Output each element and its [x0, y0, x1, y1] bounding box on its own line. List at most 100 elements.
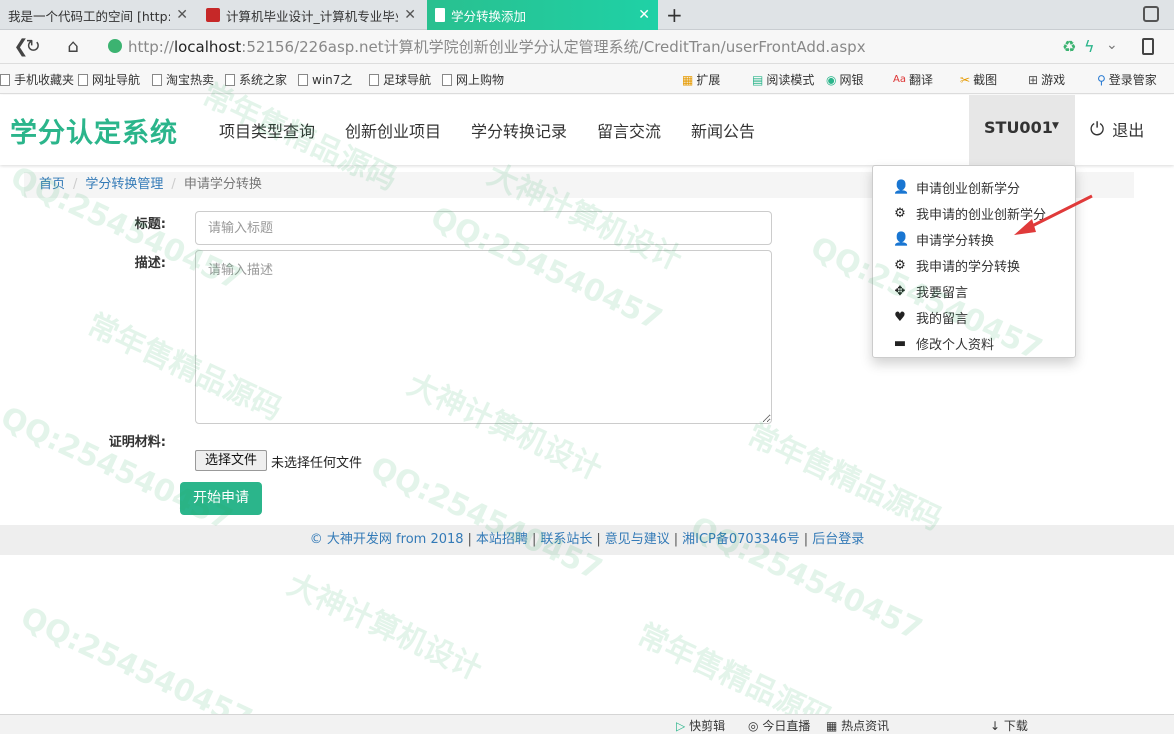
bookmark-taobao[interactable]: 淘宝热卖 [152, 71, 214, 88]
shirt-icon[interactable] [1143, 6, 1159, 22]
download-icon: ↓ [990, 719, 1001, 733]
choose-file-button[interactable]: 选择文件 [195, 450, 267, 471]
bookmark-system[interactable]: 系统之家 [225, 71, 287, 88]
toolbar-label: 扩展 [696, 73, 721, 87]
submit-button[interactable]: 开始申请 [180, 482, 262, 515]
menu-item-label: 申请学分转换 [916, 233, 995, 249]
toolbar-bank[interactable]: ◉ 网银 [826, 71, 864, 88]
toolbar-games[interactable]: ⊞ 游戏 [1028, 71, 1065, 88]
nav-news[interactable]: 新闻公告 [691, 118, 755, 142]
menu-item-my-credit-transfer[interactable]: ⚙ 我申请的学分转换 [873, 252, 1075, 278]
status-download[interactable]: ↓ 下载 [990, 717, 1028, 734]
user-icon: 👤 [893, 231, 910, 247]
watermark-text: QQ:254540457 [365, 450, 608, 588]
browser-tab-2[interactable]: 计算机毕业设计_计算机专业毕业 ✕ [198, 0, 424, 30]
status-clip[interactable]: ▷ 快剪辑 [676, 717, 725, 734]
footer-copyright[interactable]: © 大神开发网 from 2018 [310, 532, 464, 547]
page-icon [435, 8, 445, 22]
toolbar-translate[interactable]: Aa 翻译 [893, 71, 933, 88]
bookmarks-bar: 手机收藏夹 网址导航 淘宝热卖 系统之家 win7之 足球导航 网上购物 ▦ 扩展… [0, 64, 1174, 94]
bookmark-win7[interactable]: win7之 [298, 71, 352, 88]
nav-innovation-projects[interactable]: 创新创业项目 [345, 118, 441, 142]
footer-link-admin[interactable]: 后台登录 [812, 532, 864, 547]
close-icon[interactable]: ✕ [176, 7, 188, 23]
status-news[interactable]: ▦ 热点资讯 [826, 717, 889, 734]
play-icon: ◎ [748, 719, 759, 733]
status-label: 今日直播 [762, 719, 811, 733]
url-field[interactable]: http://localhost:52156/226asp.net计算机学院创新… [128, 35, 1048, 59]
caret-down-icon: ▼ [1052, 121, 1059, 131]
description-input[interactable] [195, 250, 772, 424]
power-icon: ⏻ [1090, 118, 1105, 140]
phone-icon[interactable] [1142, 38, 1154, 55]
breadcrumb-section[interactable]: 学分转换管理 [85, 177, 163, 192]
logout-label: 退出 [1112, 121, 1145, 140]
bookmark-football[interactable]: 足球导航 [369, 71, 431, 88]
footer-separator: | [803, 532, 809, 547]
bookmark-label: 淘宝热卖 [166, 73, 215, 87]
status-label: 快剪辑 [689, 719, 726, 733]
title-label: 标题: [134, 217, 166, 232]
site-favicon-icon [206, 8, 220, 22]
gamepad-icon: ⊞ [1028, 72, 1039, 87]
browser-status-bar: ▷ 快剪辑 ◎ 今日直播 ▦ 热点资讯 ↓ 下载 [0, 714, 1174, 734]
toolbar-label: 截图 [973, 73, 998, 87]
annotation-arrow-icon [1014, 194, 1093, 235]
close-icon[interactable]: ✕ [638, 7, 650, 23]
new-tab-button[interactable]: + [666, 3, 683, 27]
bookmark-mobile[interactable]: 手机收藏夹 [0, 71, 74, 88]
bookmark-label: win7之 [312, 73, 353, 87]
menu-item-leave-message[interactable]: ✥ 我要留言 [873, 278, 1075, 304]
nav-credit-records[interactable]: 学分转换记录 [471, 118, 567, 142]
page-icon [298, 73, 308, 86]
toolbar-screenshot[interactable]: ✂ 截图 [960, 71, 997, 88]
gear-icon: ⚙ [894, 257, 906, 273]
menu-item-edit-profile[interactable]: ▬ 修改个人资料 [873, 330, 1075, 356]
card-icon: ▬ [893, 335, 907, 351]
breadcrumb-current: 申请学分转换 [183, 177, 262, 192]
title-input[interactable] [195, 211, 772, 245]
tab-title: 学分转换添加 [451, 8, 527, 24]
footer-link-feedback[interactable]: 意见与建议 [605, 532, 670, 547]
play-icon: ▷ [676, 719, 686, 733]
folder-icon [0, 73, 10, 86]
bookmark-nav[interactable]: 网址导航 [78, 71, 140, 88]
menu-item-my-messages[interactable]: ♥ 我的留言 [873, 304, 1075, 330]
user-menu-toggle[interactable]: STU001 ▼ [969, 95, 1075, 165]
speed-icon[interactable]: ♻ [1062, 37, 1076, 56]
home-icon[interactable]: ⌂ [62, 36, 84, 58]
refresh-icon[interactable]: ↻ [22, 36, 44, 58]
nav-project-types[interactable]: 项目类型查询 [219, 118, 315, 142]
toolbar-login-manager[interactable]: ⚲ 登录管家 [1097, 71, 1157, 88]
scissors-icon: ✂ [960, 72, 971, 87]
tab-title: 我是一个代码工的空间 [http://2 [8, 8, 171, 24]
page-icon [442, 73, 452, 86]
status-live[interactable]: ◎ 今日直播 [748, 717, 810, 734]
brand-logo[interactable]: 学分认定系统 [10, 111, 178, 150]
search-icon: ⚲ [1097, 72, 1106, 87]
coin-icon: ◉ [826, 72, 837, 87]
secure-icon [108, 39, 122, 53]
page-icon [369, 73, 379, 86]
page-icon [225, 73, 235, 86]
toolbar-reading-mode[interactable]: ▤ 阅读模式 [752, 71, 814, 88]
user-icon: 👤 [893, 179, 910, 195]
chevron-down-icon[interactable]: ⌄ [1106, 37, 1118, 53]
page-icon [152, 73, 162, 86]
footer-link-jobs[interactable]: 本站招聘 [476, 532, 528, 547]
toolbar-extensions[interactable]: ▦ 扩展 [682, 71, 720, 88]
footer-link-icp[interactable]: 湘ICP备0703346号 [682, 532, 800, 547]
news-icon: ▦ [826, 719, 838, 733]
nav-messages[interactable]: 留言交流 [597, 118, 661, 142]
bolt-icon[interactable]: ϟ [1084, 37, 1095, 56]
watermark-text: 常年售精品源码 [741, 417, 947, 538]
breadcrumb-home[interactable]: 首页 [39, 177, 65, 192]
close-icon[interactable]: ✕ [404, 7, 416, 23]
browser-tab-active[interactable]: 学分转换添加 ✕ [427, 0, 658, 30]
menu-item-label: 我的留言 [916, 311, 969, 327]
logout-button[interactable]: ⏻ 退出 [1090, 117, 1144, 141]
status-label: 下载 [1003, 719, 1028, 733]
bookmark-shopping[interactable]: 网上购物 [442, 71, 504, 88]
footer-link-contact[interactable]: 联系站长 [540, 532, 592, 547]
browser-tab-1[interactable]: 我是一个代码工的空间 [http://2 ✕ [0, 0, 196, 30]
